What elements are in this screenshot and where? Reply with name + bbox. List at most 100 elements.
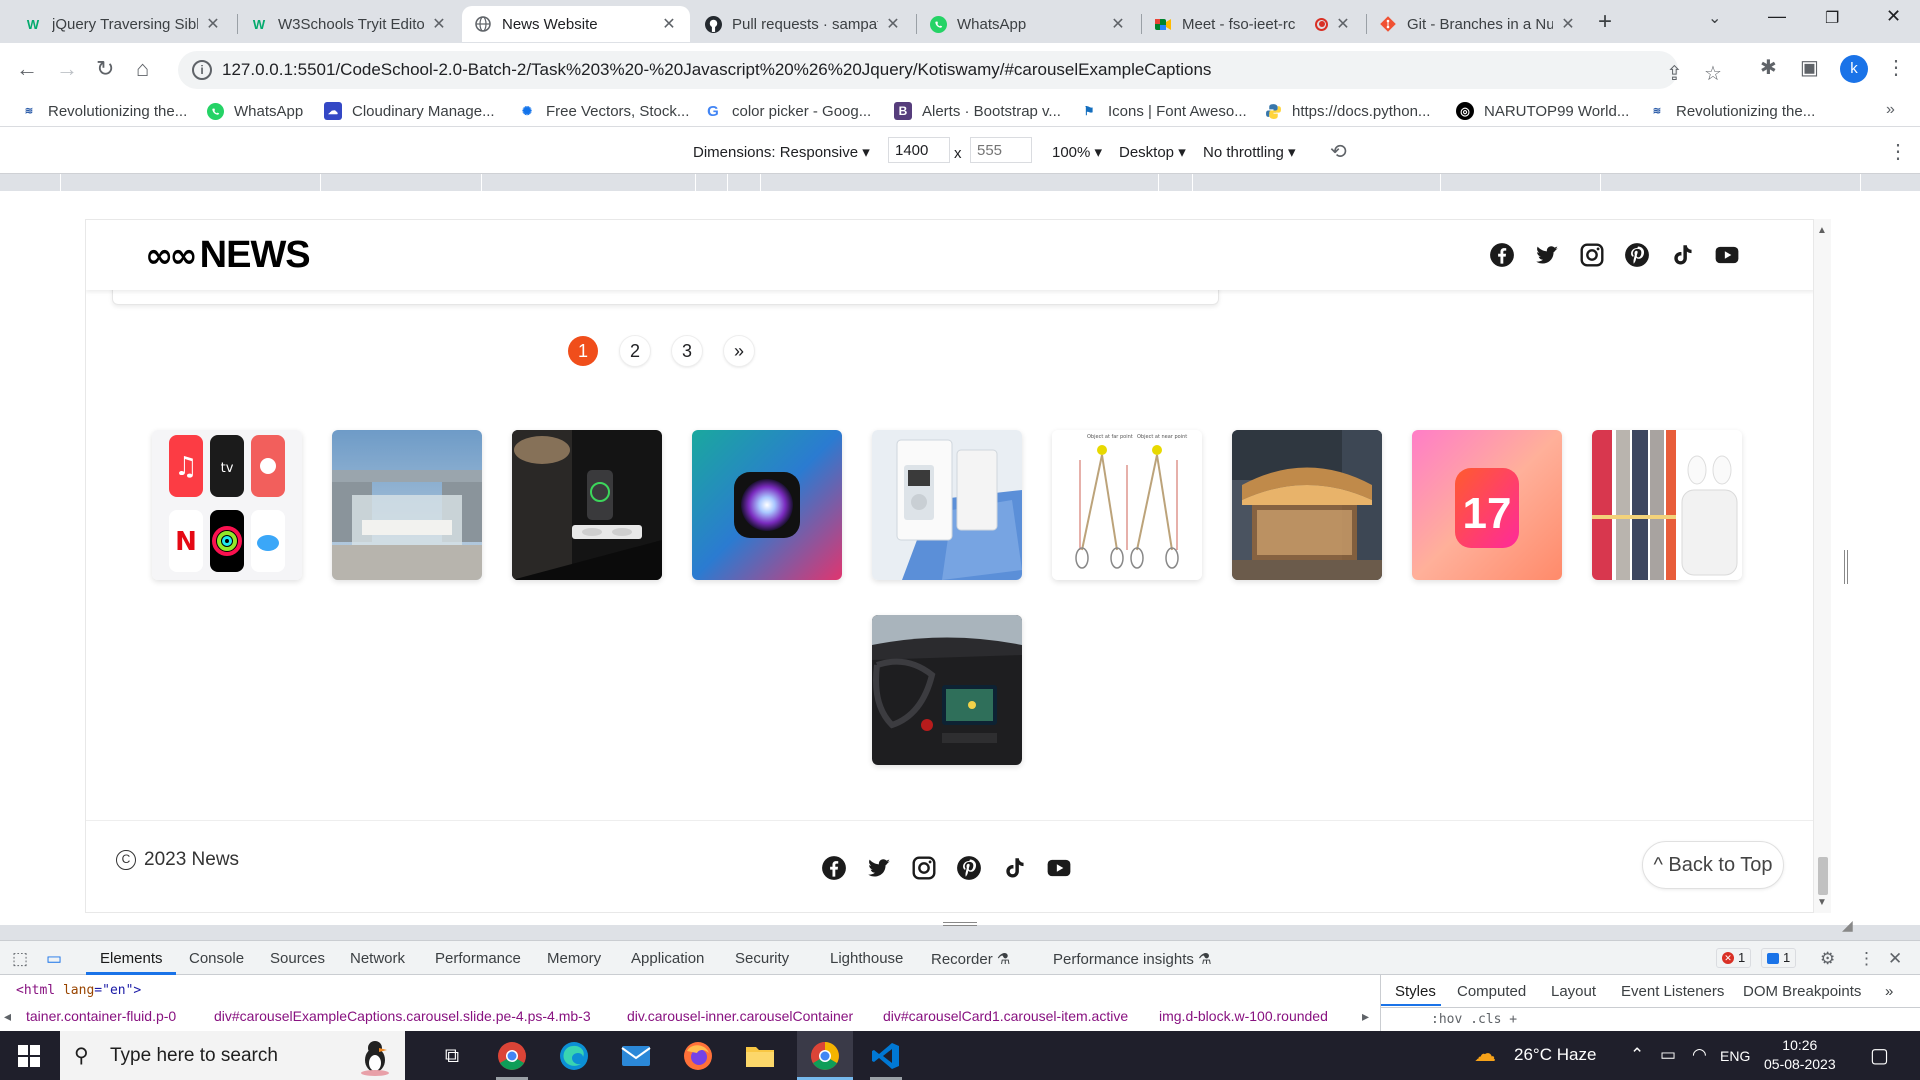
bookmark-item[interactable]: ✺ Free Vectors, Stock... — [518, 102, 689, 120]
breadcrumb-left-arrow-icon[interactable]: ◂ — [4, 1008, 11, 1025]
back-arrow-icon[interactable]: ← — [16, 56, 38, 82]
twitter-icon[interactable] — [856, 853, 901, 883]
resize-handle-right[interactable] — [1844, 550, 1848, 584]
instagram-icon[interactable] — [901, 853, 946, 883]
forward-arrow-icon[interactable]: → — [56, 56, 78, 82]
dimensions-dropdown[interactable]: Dimensions: Responsive ▾ — [693, 143, 870, 161]
mail-icon[interactable] — [620, 1040, 652, 1072]
page-scrollbar[interactable]: ▲ ▼ — [1814, 219, 1831, 913]
reload-icon[interactable]: ↻ — [96, 56, 114, 82]
firefox-icon[interactable] — [682, 1040, 714, 1072]
facebook-icon[interactable] — [811, 853, 856, 883]
task-view-icon[interactable]: ⧉ — [436, 1040, 468, 1072]
throttling-dropdown[interactable]: No throttling ▾ — [1203, 143, 1296, 161]
bookmark-star-icon[interactable]: ☆ — [1704, 61, 1722, 86]
pinterest-icon[interactable] — [946, 853, 991, 883]
weather-haze-icon[interactable]: ☁ — [1474, 1041, 1496, 1067]
language-indicator[interactable]: ENG — [1720, 1048, 1750, 1064]
page-3-button[interactable]: 3 — [672, 336, 702, 366]
window-close-button[interactable]: ✕ — [1886, 6, 1901, 27]
tiktok-icon[interactable] — [991, 853, 1036, 883]
close-icon[interactable]: ✕ — [204, 14, 222, 34]
thumbnail-apple-services-apps[interactable]: ♫ tv N — [152, 430, 302, 580]
tab-dom-breakpoints[interactable]: DOM Breakpoints — [1743, 983, 1861, 1000]
thumbnail-car-dashboard[interactable] — [872, 615, 1022, 765]
breadcrumb-item[interactable]: div#carouselExampleCaptions.carousel.sli… — [214, 1008, 591, 1024]
messages-badge[interactable]: 1 — [1761, 948, 1797, 968]
tab-performance[interactable]: Performance — [435, 950, 521, 967]
pinterest-icon[interactable] — [1614, 240, 1659, 270]
breadcrumb-item[interactable]: div.carousel-inner.carouselContainer — [627, 1008, 853, 1024]
weather-text[interactable]: 26°C Haze — [1514, 1045, 1596, 1065]
edge-icon[interactable] — [558, 1040, 590, 1072]
tab-sources[interactable]: Sources — [270, 950, 325, 967]
chrome-taskbar-icon[interactable] — [496, 1040, 528, 1072]
tab-layout[interactable]: Layout — [1551, 983, 1596, 1000]
instagram-icon[interactable] — [1569, 240, 1614, 270]
tab-search-chevron-icon[interactable]: ⌄ — [1708, 8, 1721, 28]
bookmark-item[interactable]: ☁ Cloudinary Manage... — [324, 102, 495, 120]
close-icon[interactable]: ✕ — [660, 14, 678, 34]
windows-start-icon[interactable] — [18, 1045, 40, 1067]
clock[interactable]: 10:26 05-08-2023 — [1764, 1036, 1836, 1074]
page-2-button[interactable]: 2 — [620, 336, 650, 366]
restore-button[interactable]: ❐ — [1825, 8, 1839, 28]
device-toolbar-menu-icon[interactable]: ⋮ — [1888, 139, 1908, 164]
thumbnail-apple-store-building[interactable] — [1232, 430, 1382, 580]
tab-elements[interactable]: Elements — [100, 950, 163, 967]
thumbnail-apple-store-glass[interactable] — [332, 430, 482, 580]
address-bar[interactable]: i 127.0.0.1:5501/CodeSchool-2.0-Batch-2/… — [178, 51, 1722, 89]
thumbnail-magsafe-charging-stand[interactable] — [512, 430, 662, 580]
tab-pull-requests[interactable]: Pull requests · sampat ✕ — [692, 6, 914, 42]
bookmark-item[interactable]: ◎ NARUTOP99 World... — [1456, 102, 1629, 120]
resize-handle-bottom[interactable] — [943, 922, 977, 926]
more-bookmarks-icon[interactable]: » — [1886, 101, 1895, 119]
home-icon[interactable]: ⌂ — [136, 56, 149, 82]
close-icon[interactable]: ✕ — [430, 14, 448, 34]
breadcrumb-right-arrow-icon[interactable]: ▸ — [1362, 1008, 1369, 1025]
inspect-element-icon[interactable]: ⬚ — [12, 949, 28, 969]
chrome-active-taskbar-icon[interactable] — [797, 1031, 853, 1080]
devtools-menu-icon[interactable]: ⋮ — [1858, 949, 1875, 969]
bookmark-item[interactable]: B Alerts · Bootstrap v... — [894, 102, 1061, 120]
thumbnail-watch-bands-airpods[interactable] — [1592, 430, 1742, 580]
new-tab-button[interactable]: + — [1598, 8, 1612, 36]
breadcrumb-item[interactable]: div#carouselCard1.carousel-item.active — [883, 1008, 1128, 1024]
minimize-button[interactable]: — — [1768, 6, 1786, 27]
file-explorer-icon[interactable] — [744, 1040, 776, 1072]
tab-whatsapp[interactable]: WhatsApp ✕ — [917, 6, 1139, 42]
scroll-up-arrow-icon[interactable]: ▲ — [1817, 225, 1827, 236]
tab-performance-insights[interactable]: Performance insights ⚗ — [1053, 950, 1212, 968]
profile-avatar[interactable]: k — [1840, 55, 1868, 83]
thumbnail-siri-orb[interactable] — [692, 430, 842, 580]
tab-memory[interactable]: Memory — [547, 950, 601, 967]
tab-console[interactable]: Console — [189, 950, 244, 967]
errors-badge[interactable]: ✕ 1 — [1716, 948, 1752, 968]
zoom-dropdown[interactable]: 100% ▾ — [1052, 143, 1102, 161]
chrome-menu-icon[interactable]: ⋮ — [1886, 55, 1906, 80]
side-panel-icon[interactable]: ▣ — [1800, 55, 1819, 80]
rotate-icon[interactable]: ⟲ — [1330, 139, 1347, 164]
tab-styles[interactable]: Styles — [1395, 983, 1436, 1000]
twitter-icon[interactable] — [1524, 240, 1569, 270]
abc-news-logo[interactable]: ∞∞ NEWS — [145, 234, 311, 277]
youtube-icon[interactable] — [1704, 240, 1749, 270]
scroll-down-arrow-icon[interactable]: ▼ — [1817, 897, 1827, 908]
close-icon[interactable]: ✕ — [1334, 14, 1352, 34]
youtube-icon[interactable] — [1036, 853, 1081, 883]
tab-recorder[interactable]: Recorder ⚗ — [931, 950, 1010, 968]
tab-network[interactable]: Network — [350, 950, 405, 967]
battery-icon[interactable]: ▭ — [1660, 1045, 1676, 1065]
facebook-icon[interactable] — [1479, 240, 1524, 270]
device-type-dropdown[interactable]: Desktop ▾ — [1119, 143, 1186, 161]
more-tabs-chevron-icon[interactable]: » — [1885, 983, 1893, 1000]
page-1-button[interactable]: 1 — [568, 336, 598, 366]
devtools-close-icon[interactable]: ✕ — [1888, 949, 1902, 969]
tab-git-branches[interactable]: Git - Branches in a Nu ✕ — [1367, 6, 1589, 42]
bookmark-item[interactable]: WhatsApp — [206, 102, 303, 120]
tab-computed[interactable]: Computed — [1457, 983, 1526, 1000]
thumbnail-ipod-box[interactable] — [872, 430, 1022, 580]
puffin-illustration-icon[interactable] — [350, 1035, 400, 1077]
resize-corner-icon[interactable]: ◢ — [1842, 917, 1853, 934]
settings-gear-icon[interactable]: ⚙ — [1820, 949, 1835, 969]
